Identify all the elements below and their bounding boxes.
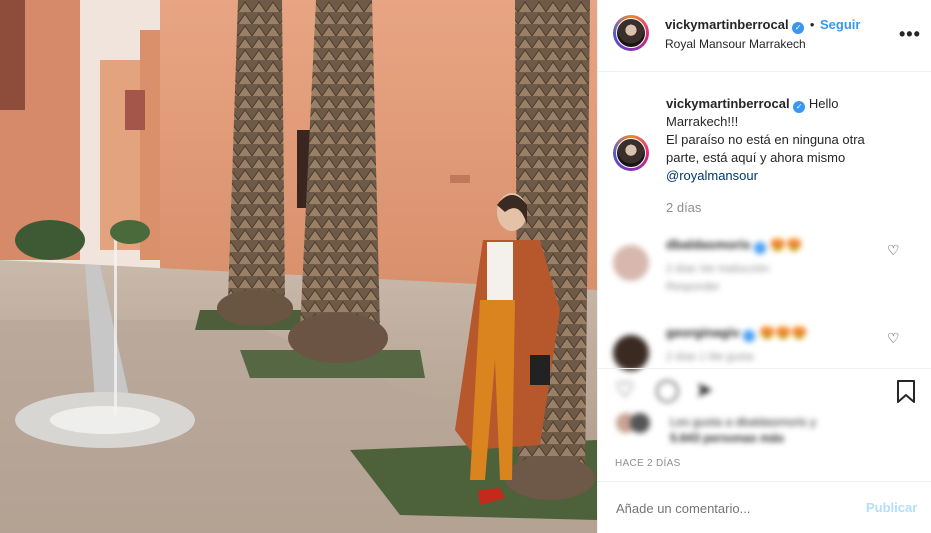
caption-line2: Marrakech!!! [666,114,739,129]
comment-icon[interactable]: ◯ [655,377,680,403]
caption-mention[interactable]: @royalmansour [666,167,918,185]
comment-username[interactable]: dbaldasmoris [666,237,751,252]
comment-input[interactable] [614,496,848,520]
likes-text: Les gusta a dbaldasmoris y [670,415,817,429]
likes-count: 5.643 personas más [670,431,785,445]
likes-summary[interactable]: Les gusta a dbaldasmoris y 5.643 persona… [670,414,816,446]
actions-divider [598,368,931,369]
comment-like-heart-icon[interactable]: ♡ [887,242,901,258]
comment-meta: 2 días Ver traducción [666,263,770,275]
post-photo[interactable] [0,0,597,533]
caption-line3: El paraíso no está en ninguna otra [666,132,865,147]
publish-button[interactable]: Publicar [866,500,917,515]
caption-avatar[interactable] [613,135,649,171]
comment-like-heart-icon[interactable]: ♡ [887,330,901,346]
comment-text: 😍😍 [769,237,803,252]
caption-time: 2 días [666,200,702,215]
post-timestamp: HACE 2 DÍAS [615,458,681,469]
comment-text: 😍😍😍 [758,325,808,340]
comment: georginagiv ✓ 😍😍😍 2 días 1 Me gusta [666,324,808,366]
comment-box: Publicar [598,481,931,533]
follow-button[interactable]: Seguir [820,17,860,32]
comment: dbaldasmoris ✓ 😍😍 2 días Ver traducción … [666,236,802,296]
post-photo-illustration [0,0,597,533]
comment-avatar[interactable] [613,335,649,371]
bookmark-icon[interactable] [896,380,916,404]
heart-icon[interactable]: ♡ [615,377,635,403]
liker-avatars[interactable] [616,413,662,433]
comment-meta: 2 días 1 Me gusta [666,351,754,363]
caption-line1: Hello [808,96,839,111]
share-icon[interactable]: ➤ [695,377,713,403]
comment-username[interactable]: georginagiv [666,325,740,340]
post-header: vickymartinberrocal ✓ • Seguir Royal Man… [598,0,931,72]
more-options-icon[interactable]: ••• [899,24,921,45]
caption: vickymartinberrocal ✓ Hello Marrakech!!!… [666,95,918,217]
verified-badge-icon: ✓ [743,330,756,342]
author-username[interactable]: vickymartinberrocal [665,17,789,32]
comment-reply[interactable]: Responder [666,278,802,296]
post-side-panel: vickymartinberrocal ✓ • Seguir Royal Man… [597,0,931,533]
verified-badge-icon: ✓ [793,101,806,113]
verified-badge-icon: ✓ [754,242,767,254]
location-link[interactable]: Royal Mansour Marrakech [665,37,806,51]
caption-line4: parte, está aquí y ahora mismo [666,150,846,165]
caption-username[interactable]: vickymartinberrocal [666,96,790,111]
verified-badge-icon: ✓ [792,22,805,34]
author-avatar[interactable] [613,15,649,51]
follow-separator: • [809,17,815,32]
comment-avatar[interactable] [613,245,649,281]
